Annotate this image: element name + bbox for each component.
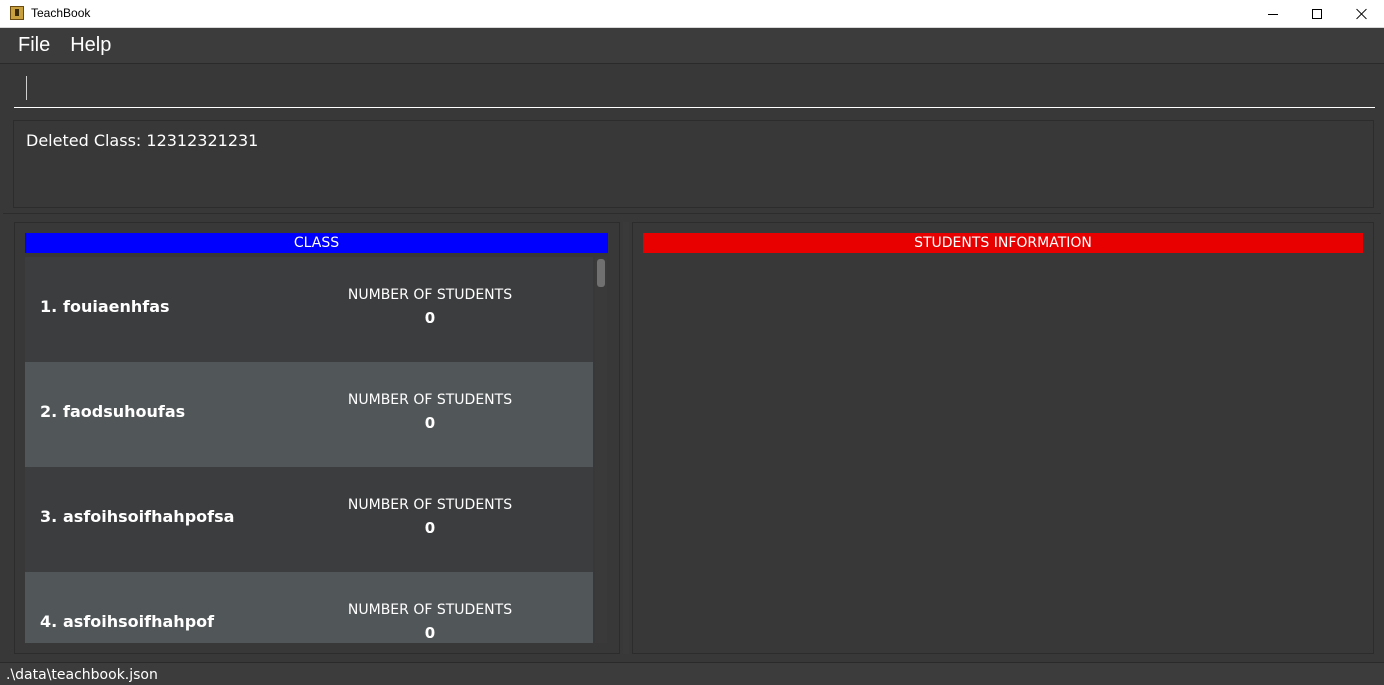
main-split-pane: CLASS 1. fouiaenhfas NUMBER OF STUDENTS … xyxy=(3,213,1381,658)
student-count-value: 0 xyxy=(424,309,436,327)
status-bar: .\data\teachbook.json xyxy=(0,662,1384,685)
students-panel-header: STUDENTS INFORMATION xyxy=(643,233,1363,253)
close-icon xyxy=(1356,8,1368,20)
class-panel-header: CLASS xyxy=(25,233,608,253)
class-name: faodsuhoufas xyxy=(63,402,186,421)
class-name: asfoihsoifhahpof xyxy=(63,612,215,631)
class-list[interactable]: 1. fouiaenhfas NUMBER OF STUDENTS 0 2. f… xyxy=(25,257,593,643)
class-name: asfoihsoifhahpofsa xyxy=(63,507,235,526)
scrollbar-thumb[interactable] xyxy=(597,259,605,287)
class-list-scrollbar[interactable] xyxy=(595,257,607,643)
student-count-value: 0 xyxy=(424,519,436,537)
result-message: Deleted Class: 12312321231 xyxy=(26,131,259,150)
class-card[interactable]: 1. fouiaenhfas NUMBER OF STUDENTS 0 xyxy=(25,257,593,362)
class-card[interactable]: 3. asfoihsoifhahpofsa NUMBER OF STUDENTS… xyxy=(25,467,593,572)
menu-file[interactable]: File xyxy=(8,34,60,57)
maximize-icon xyxy=(1312,9,1322,19)
class-name: fouiaenhfas xyxy=(63,297,170,316)
class-panel: CLASS 1. fouiaenhfas NUMBER OF STUDENTS … xyxy=(14,222,620,654)
title-bar: TeachBook xyxy=(0,0,1384,28)
result-display: Deleted Class: 12312321231 xyxy=(13,120,1374,208)
students-panel: STUDENTS INFORMATION xyxy=(632,222,1374,654)
student-count-label: NUMBER OF STUDENTS xyxy=(347,497,513,513)
student-count-label: NUMBER OF STUDENTS xyxy=(347,287,513,303)
class-card[interactable]: 4. asfoihsoifhahpof NUMBER OF STUDENTS 0 xyxy=(25,572,593,643)
close-button[interactable] xyxy=(1339,0,1384,28)
text-caret xyxy=(26,76,27,100)
split-divider[interactable] xyxy=(623,222,629,654)
command-input[interactable] xyxy=(14,70,1375,108)
student-count-value: 0 xyxy=(424,414,436,432)
class-index: 4. xyxy=(40,612,58,631)
student-count-label: NUMBER OF STUDENTS xyxy=(347,392,513,408)
class-index: 2. xyxy=(40,402,58,421)
window-title: TeachBook xyxy=(31,6,91,20)
minimize-button[interactable] xyxy=(1250,0,1296,28)
menu-help[interactable]: Help xyxy=(60,34,121,57)
student-count-value: 0 xyxy=(424,624,436,642)
app-icon xyxy=(10,6,24,20)
minimize-icon xyxy=(1268,13,1278,15)
maximize-button[interactable] xyxy=(1294,0,1340,28)
student-count-label: NUMBER OF STUDENTS xyxy=(347,602,513,618)
class-index: 3. xyxy=(40,507,58,526)
command-box xyxy=(0,64,1384,114)
class-card[interactable]: 2. faodsuhoufas NUMBER OF STUDENTS 0 xyxy=(25,362,593,467)
class-index: 1. xyxy=(40,297,58,316)
menu-bar: File Help xyxy=(0,28,1384,64)
save-location: .\data\teachbook.json xyxy=(6,667,158,683)
